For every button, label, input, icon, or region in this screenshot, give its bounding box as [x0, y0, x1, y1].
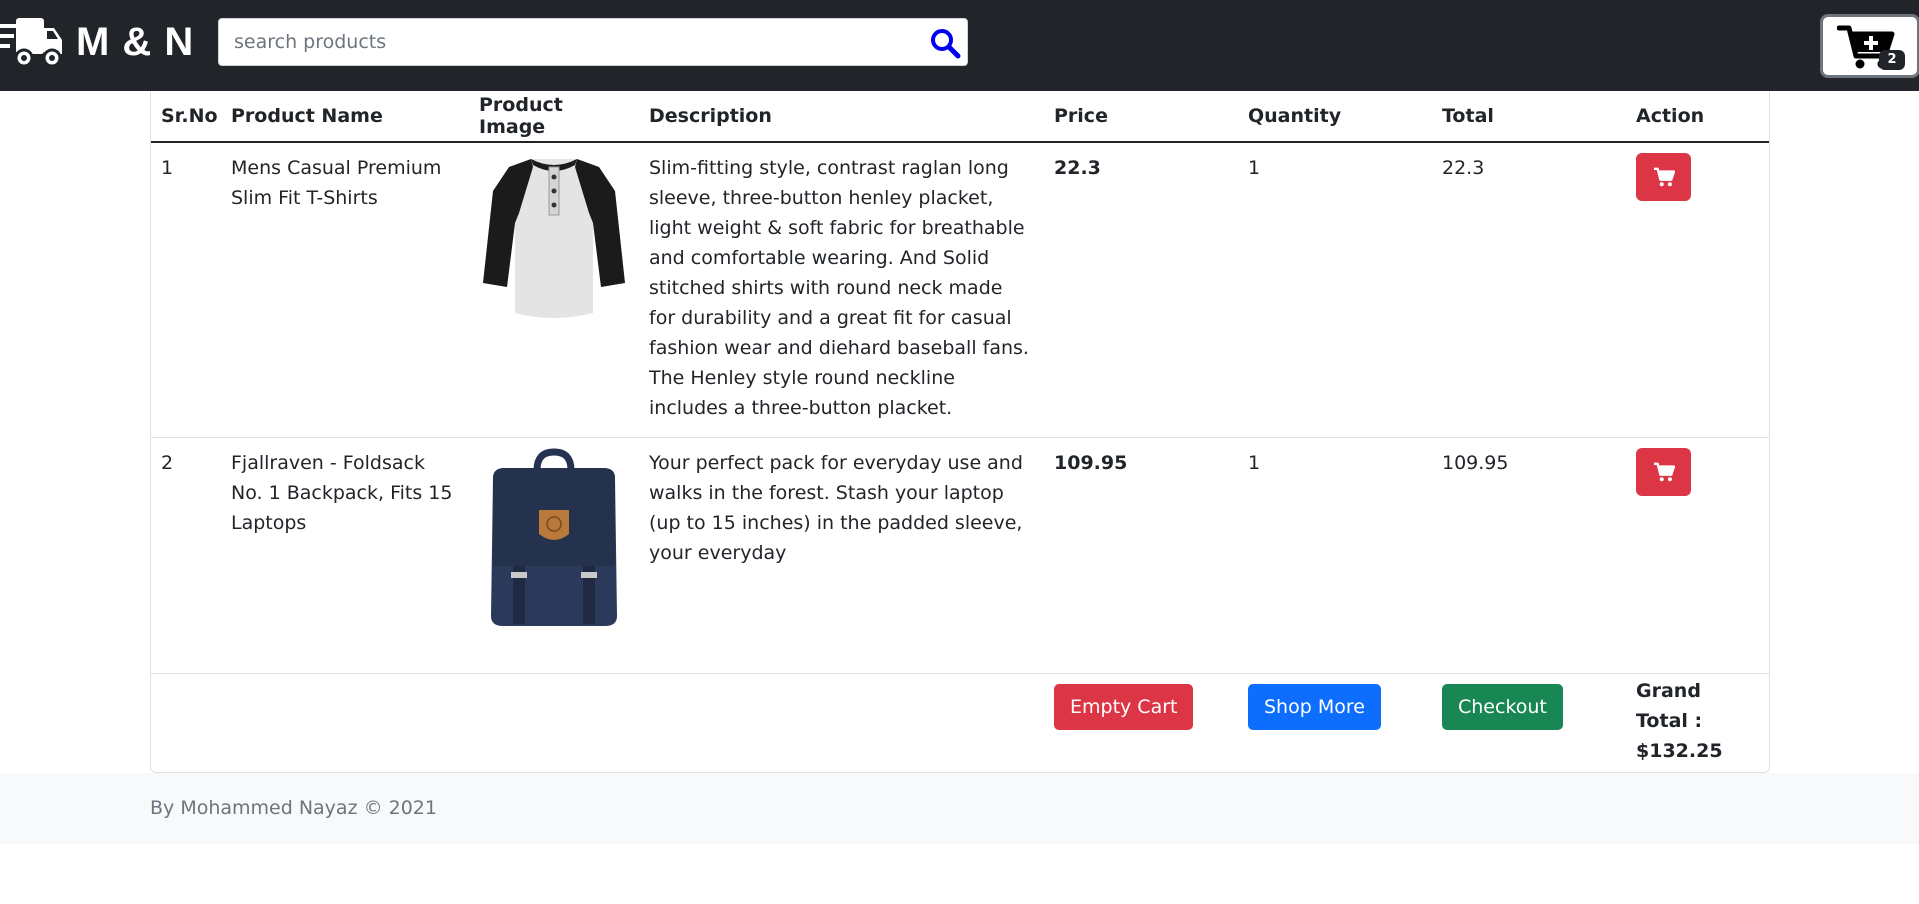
table-row: 1 Mens Casual Premium Slim Fit T-Shirts [151, 142, 1769, 438]
shop-more-button[interactable]: Shop More [1248, 684, 1381, 730]
spacer-cell [151, 673, 1044, 781]
footer-text: By Mohammed Nayaz © 2021 [150, 797, 437, 819]
search-bar [218, 18, 968, 66]
remove-from-cart-button[interactable] [1636, 448, 1691, 496]
col-header-total: Total [1432, 91, 1626, 143]
product-name: Fjallraven - Foldsack No. 1 Backpack, Fi… [221, 437, 469, 674]
col-header-action: Action [1626, 91, 1769, 143]
checkout-button[interactable]: Checkout [1442, 684, 1563, 730]
product-price: 109.95 [1044, 437, 1238, 674]
empty-cart-cell: Empty Cart [1044, 673, 1238, 781]
shop-more-cell: Shop More [1238, 673, 1432, 781]
navbar: M & N 2 [0, 0, 1919, 91]
grand-total-value: $132.25 [1636, 740, 1723, 762]
table-header-row: Sr.No Product Name Product Image Descrip… [151, 91, 1769, 143]
remove-from-cart-button[interactable] [1636, 153, 1691, 201]
col-header-description: Description [639, 91, 1044, 143]
grand-total-label: Grand Total : [1636, 680, 1703, 732]
footer: By Mohammed Nayaz © 2021 [0, 773, 1919, 844]
product-image-cell [469, 437, 639, 674]
action-cell [1626, 142, 1769, 438]
col-header-price: Price [1044, 91, 1238, 143]
cart-table-container: Sr.No Product Name Product Image Descrip… [150, 91, 1770, 781]
col-header-product-image: Product Image [469, 91, 639, 143]
checkout-cell: Checkout [1432, 673, 1626, 781]
cart-table: Sr.No Product Name Product Image Descrip… [151, 91, 1769, 781]
sr-no: 2 [151, 437, 221, 674]
product-price: 22.3 [1044, 142, 1238, 438]
action-cell [1626, 437, 1769, 674]
col-header-quantity: Quantity [1238, 91, 1432, 143]
cart-actions-row: Empty Cart Shop More Checkout Grand Tota… [151, 673, 1769, 781]
cart-icon-wrap: 2 [1836, 22, 1905, 70]
empty-cart-button[interactable]: Empty Cart [1054, 684, 1194, 730]
cart-button[interactable]: 2 [1820, 14, 1919, 78]
table-row: 2 Fjallraven - Foldsack No. 1 Backpack, … [151, 437, 1769, 674]
cart-icon [1653, 462, 1675, 482]
sr-no: 1 [151, 142, 221, 438]
cart-icon [1653, 167, 1675, 187]
product-quantity: 1 [1238, 142, 1432, 438]
tshirt-image [483, 159, 625, 318]
cart-count-badge: 2 [1879, 50, 1905, 70]
brand-name: M & N [76, 19, 195, 64]
col-header-sr: Sr.No [151, 91, 221, 143]
product-description: Slim-fitting style, contrast raglan long… [639, 142, 1044, 438]
product-name: Mens Casual Premium Slim Fit T-Shirts [221, 142, 469, 438]
product-description: Your perfect pack for everyday use and w… [639, 437, 1044, 674]
truck-fast-icon [0, 18, 62, 68]
grand-total-cell: Grand Total : $132.25 [1626, 673, 1769, 781]
search-input[interactable] [219, 19, 909, 65]
product-total: 22.3 [1432, 142, 1626, 438]
search-icon[interactable] [929, 27, 961, 59]
product-quantity: 1 [1238, 437, 1432, 674]
brand[interactable]: M & N [0, 14, 194, 70]
product-total: 109.95 [1432, 437, 1626, 674]
product-image-cell [469, 142, 639, 438]
backpack-image [491, 448, 617, 626]
col-header-product-name: Product Name [221, 91, 469, 143]
